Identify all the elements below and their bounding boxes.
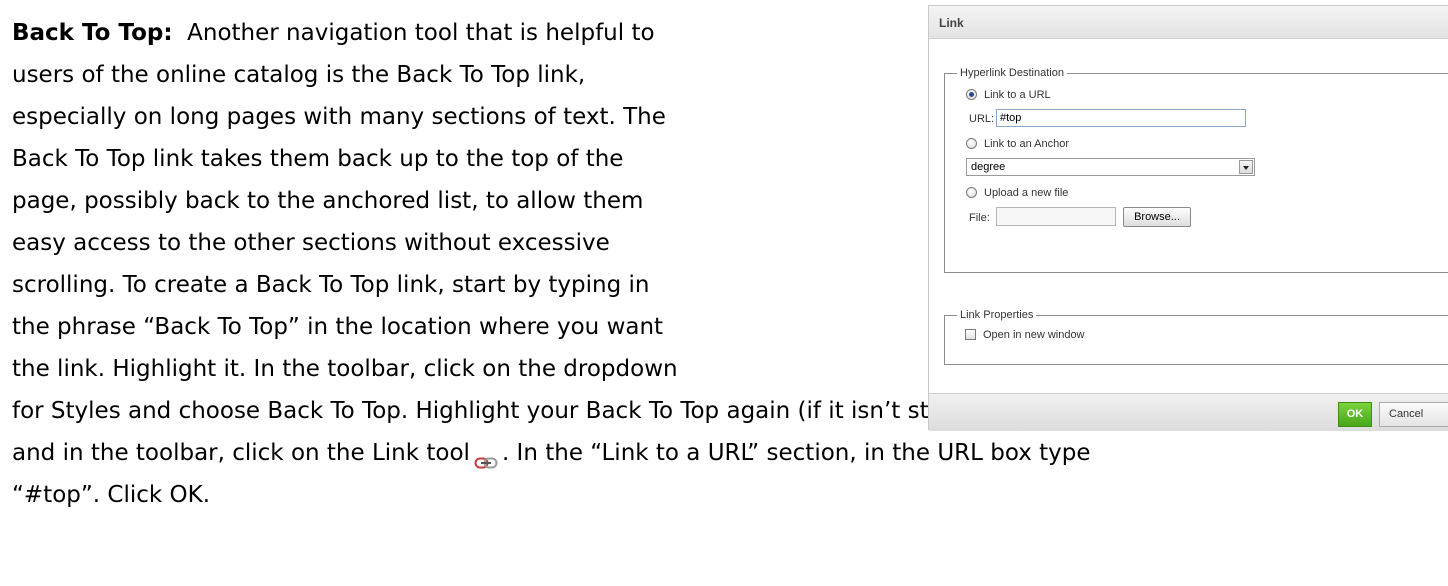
link-url-label: Link to a URL [984, 89, 1051, 101]
new-window-checkbox[interactable] [965, 329, 976, 340]
url-field-label: URL: [969, 113, 995, 125]
link-dialog: Link Hyperlink Destination Link to a URL… [928, 5, 1448, 431]
upload-file-label: Upload a new file [984, 187, 1069, 199]
link-properties-group: Link Properties Open in new window [944, 309, 1448, 365]
url-input[interactable] [996, 109, 1246, 127]
doc-line-2: users of the online catalog is the Back … [12, 62, 586, 88]
doc-line-9: the link. Highlight it. In the toolbar, … [12, 356, 678, 382]
file-field-label: File: [969, 212, 990, 224]
new-window-label: Open in new window [983, 329, 1085, 341]
dialog-title: Link [939, 16, 964, 30]
doc-line-12: “#top”. Click OK. [12, 482, 211, 508]
doc-line-5: page, possibly back to the anchored list… [12, 188, 644, 214]
link-anchor-label: Link to an Anchor [984, 138, 1070, 150]
anchor-selected-value: degree [971, 161, 1006, 173]
doc-text: . In the “Link to a URL” section, in the… [501, 440, 1091, 466]
doc-line-1: Back To Top: Another navigation tool tha… [12, 17, 655, 50]
doc-line-6: easy access to the other sections withou… [12, 230, 610, 256]
link-chain-icon [474, 447, 498, 468]
doc-line-3: especially on long pages with many secti… [12, 104, 666, 130]
chevron-down-icon[interactable] [1239, 160, 1253, 174]
file-path-input[interactable] [996, 207, 1116, 226]
doc-line-11: and in the toolbar, click on the Link to… [12, 437, 1091, 470]
hyperlink-destination-group: Hyperlink Destination Link to a URL URL:… [944, 67, 1448, 273]
dialog-titlebar: Link [929, 6, 1448, 39]
doc-text: and in the toolbar, click on the Link to… [12, 440, 470, 466]
doc-text: Another navigation tool that is helpful … [187, 20, 655, 46]
dialog-footer: OK Cancel [929, 393, 1448, 431]
upload-file-radio[interactable] [966, 187, 977, 198]
cancel-button[interactable]: Cancel [1379, 402, 1448, 427]
doc-line-8: the phrase “Back To Top” in the location… [12, 314, 664, 340]
group-legend: Link Properties [957, 309, 1037, 321]
link-anchor-radio[interactable] [966, 138, 977, 149]
doc-line-4: Back To Top link takes them back up to t… [12, 146, 624, 172]
anchor-select[interactable]: degree [966, 158, 1255, 176]
link-url-radio[interactable] [966, 89, 977, 100]
browse-button[interactable]: Browse... [1123, 207, 1191, 227]
doc-line-7: scrolling. To create a Back To Top link,… [12, 272, 650, 298]
ok-button[interactable]: OK [1338, 402, 1372, 427]
section-heading: Back To Top: [12, 20, 173, 46]
group-legend: Hyperlink Destination [957, 67, 1067, 79]
